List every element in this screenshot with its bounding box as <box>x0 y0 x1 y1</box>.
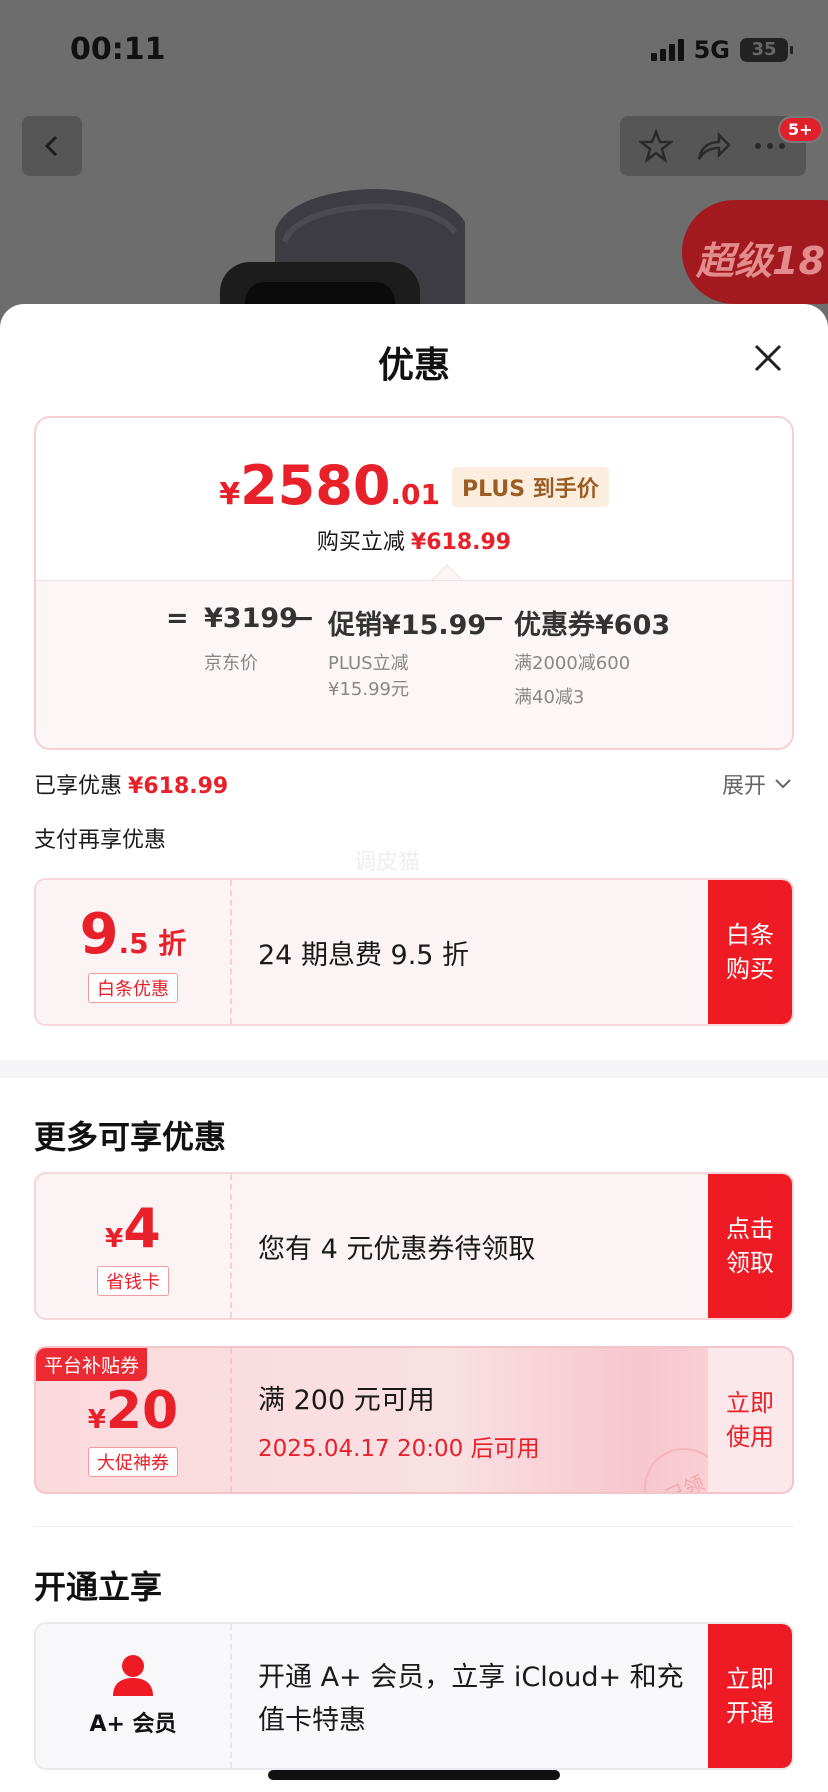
discount-big: 9 <box>79 901 119 967</box>
price-integer: 2580 <box>240 454 391 517</box>
discount-value: 9 .5 折 <box>80 902 187 967</box>
jd-price: ¥3199 <box>204 603 298 634</box>
coupon-amount: 4 <box>123 1196 161 1260</box>
member-label: A+ 会员 <box>89 1712 177 1737</box>
home-indicator <box>268 1770 560 1780</box>
pay-more-title: 支付再享优惠 <box>34 828 167 853</box>
battery-icon: 35 <box>740 38 793 62</box>
reduce-line: 购买立减 ¥618.99 <box>36 524 792 556</box>
member-badge-section: A+ 会员 <box>36 1624 232 1768</box>
close-button[interactable] <box>750 340 786 376</box>
sheet-title: 优惠 <box>377 345 450 386</box>
member-text-line-1: 开通 A+ 会员，立享 iCloud+ 和充 <box>258 1662 684 1693</box>
promo-sub-2: ¥15.99元 <box>328 679 409 700</box>
divider <box>34 1526 794 1527</box>
open-membership-button[interactable]: 立即开通 <box>708 1624 792 1768</box>
promo-amount: 促销¥15.99 <box>328 610 487 641</box>
open-membership-title: 开通立享 <box>34 1568 163 1606</box>
discount-small: .5 折 <box>118 926 187 960</box>
coupon-text: 您有 4 元优惠券待领取 <box>258 1233 536 1265</box>
coupon-amount: 优惠券¥603 <box>514 610 671 641</box>
section-divider <box>0 1060 828 1078</box>
member-info: 开通 A+ 会员，立享 iCloud+ 和充 值卡特惠 <box>258 1624 684 1768</box>
minus-sign: − <box>482 603 505 634</box>
currency-symbol: ¥ <box>105 1223 124 1254</box>
member-offer[interactable]: A+ 会员 开通 A+ 会员，立享 iCloud+ 和充 值卡特惠 立即开通 <box>34 1622 794 1770</box>
expand-label: 展开 <box>721 774 766 799</box>
chevron-left-icon <box>44 135 58 157</box>
coupon-value-section: ¥ 20 大促神券 <box>36 1348 232 1492</box>
coupon-value-section: ¥ 4 省钱卡 <box>36 1174 232 1318</box>
use-now-button[interactable]: 立即使用 <box>708 1348 792 1492</box>
enjoyed-discount: 已享优惠 ¥618.99 <box>34 768 228 800</box>
back-button[interactable] <box>22 116 82 176</box>
share-icon[interactable] <box>695 129 731 163</box>
currency-symbol: ¥ <box>219 477 241 512</box>
more-discounts-title: 更多可享优惠 <box>34 1118 227 1156</box>
equals-sign: = <box>166 603 189 634</box>
claim-button[interactable]: 点击领取 <box>708 1174 792 1318</box>
price-decimal: .01 <box>390 478 441 511</box>
member-text-line-2: 值卡特惠 <box>258 1705 366 1736</box>
product-page-backdrop: 00:11 5G 35 5+ 超级18 <box>0 0 828 320</box>
plus-price-tag: PLUS 到手价 <box>452 467 609 507</box>
close-icon <box>754 344 782 372</box>
coupon-info: 您有 4 元优惠券待领取 <box>258 1174 535 1318</box>
message-badge: 5+ <box>778 116 823 143</box>
user-icon <box>113 1655 153 1696</box>
coupon-sub-1: 满2000减600 <box>514 653 631 674</box>
signal-icon <box>650 39 684 61</box>
price-breakdown-card: ¥ 2580 .01 PLUS 到手价 购买立减 ¥618.99 = ¥3199 … <box>34 416 794 750</box>
coupon-text: 24 期息费 9.5 折 <box>258 939 470 971</box>
enjoyed-amount: ¥618.99 <box>128 774 229 799</box>
product-watch-image <box>220 189 465 320</box>
coupon-value: ¥ 4 <box>105 1197 161 1260</box>
coupon-tag: 白条优惠 <box>88 972 178 1003</box>
coupon-value: ¥ 20 <box>88 1381 178 1441</box>
coupon-value-section: 9 .5 折 白条优惠 <box>36 880 232 1024</box>
star-icon[interactable] <box>639 129 673 163</box>
coupon-tag: 省钱卡 <box>97 1265 169 1296</box>
status-time: 00:11 <box>70 32 166 67</box>
currency-symbol: ¥ <box>87 1405 106 1435</box>
price-formula-section: = ¥3199 − 促销¥15.99 − 优惠券¥603 京东价 PLUS立减 … <box>36 580 792 748</box>
coupon-info: 满 200 元可用 2025.04.17 20:00 后可用 <box>258 1348 540 1492</box>
coupon-info: 24 期息费 9.5 折 <box>258 880 469 1024</box>
jd-price-label: 京东价 <box>204 653 258 674</box>
baitiao-coupon[interactable]: 9 .5 折 白条优惠 24 期息费 9.5 折 白条购买 <box>34 878 794 1026</box>
coupon-condition: 满 200 元可用 <box>258 1384 435 1416</box>
promo-banner: 超级18 <box>682 200 828 304</box>
reduce-amount: ¥618.99 <box>410 530 512 555</box>
status-indicators: 5G 35 <box>650 36 793 64</box>
discount-sheet: 优惠 ¥ 2580 .01 PLUS 到手价 购买立减 ¥618.99 = ¥31… <box>0 304 828 1792</box>
promo-sub-1: PLUS立减 <box>328 653 409 674</box>
final-price-section: ¥ 2580 .01 PLUS 到手价 购买立减 ¥618.99 <box>36 418 792 580</box>
coupon-valid-time: 2025.04.17 20:00 后可用 <box>258 1435 540 1462</box>
coupon-amount: 20 <box>105 1381 179 1441</box>
platform-subsidy-coupon[interactable]: 平台补贴券 ¥ 20 大促神券 满 200 元可用 2025.04.17 20:… <box>34 1346 794 1494</box>
coupon-sub-2: 满40减3 <box>514 687 585 708</box>
chevron-down-icon <box>775 779 791 789</box>
minus-sign: − <box>292 603 315 634</box>
network-type: 5G <box>693 36 730 64</box>
more-icon[interactable] <box>753 141 787 151</box>
watermark: 调皮猫 <box>354 850 421 875</box>
baitiao-buy-button[interactable]: 白条购买 <box>708 880 792 1024</box>
enjoyed-label: 已享优惠 <box>34 774 123 799</box>
expand-button[interactable]: 展开 <box>722 768 792 800</box>
saving-card-coupon[interactable]: ¥ 4 省钱卡 您有 4 元优惠券待领取 点击领取 <box>34 1172 794 1320</box>
final-price: ¥ 2580 .01 PLUS 到手价 <box>36 454 792 517</box>
reduce-label: 购买立减 <box>316 530 405 555</box>
coupon-tag: 大促神券 <box>88 1447 178 1477</box>
